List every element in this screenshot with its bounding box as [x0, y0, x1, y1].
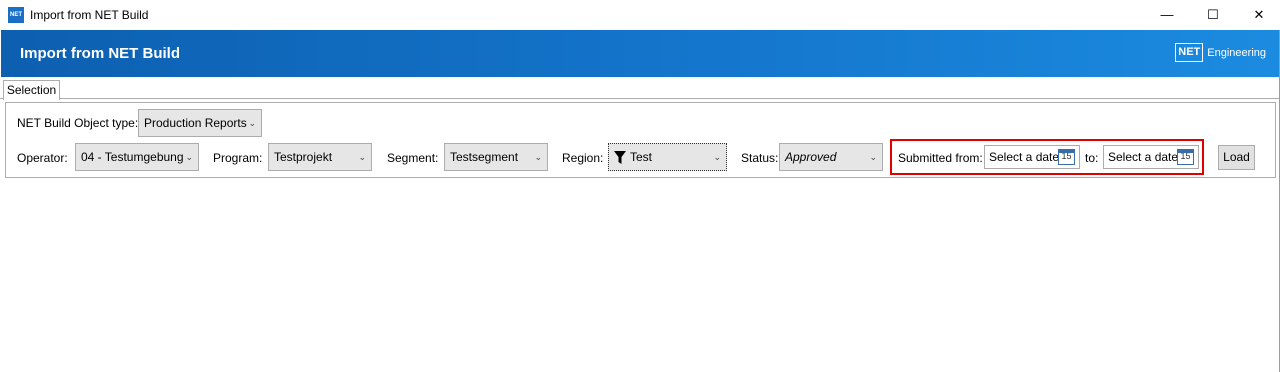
window-title: Import from NET Build — [30, 8, 149, 22]
object-type-select[interactable]: Production Reports ⌄ — [138, 109, 262, 137]
program-value: Testprojekt — [274, 150, 333, 164]
program-label: Program: — [213, 151, 263, 165]
chevron-down-icon: ⌄ — [869, 152, 877, 162]
chevron-down-icon: ⌄ — [534, 152, 542, 162]
region-select[interactable]: Test ⌄ — [608, 143, 727, 171]
window-titlebar: NET Import from NET Build — ☐ ✕ — [0, 0, 1280, 30]
brand-logo: NET Engineering — [1175, 43, 1266, 62]
banner-title: Import from NET Build — [20, 45, 180, 62]
object-type-label: NET Build Object type: — [17, 116, 139, 130]
segment-select[interactable]: Testsegment ⌄ — [444, 143, 548, 171]
chevron-down-icon: ⌄ — [358, 152, 366, 162]
brand-logo-text: Engineering — [1207, 46, 1266, 59]
status-value: Approved — [785, 150, 837, 164]
tab-divider — [0, 98, 1280, 99]
status-label: Status: — [741, 151, 779, 165]
chevron-down-icon: ⌄ — [185, 152, 193, 162]
region-value: Test — [630, 150, 653, 164]
tab-selection[interactable]: Selection — [3, 80, 60, 100]
program-select[interactable]: Testprojekt ⌄ — [268, 143, 372, 171]
chevron-down-icon: ⌄ — [248, 118, 256, 128]
status-select[interactable]: Approved ⌄ — [779, 143, 883, 171]
minimize-button[interactable]: — — [1144, 0, 1190, 30]
filter-icon — [614, 151, 626, 165]
app-icon: NET — [8, 7, 24, 23]
brand-logo-box: NET — [1175, 43, 1204, 62]
segment-label: Segment: — [387, 151, 439, 165]
load-button[interactable]: Load — [1218, 145, 1255, 170]
segment-value: Testsegment — [450, 150, 519, 164]
header-banner: Import from NET Build NET Engineering — [1, 30, 1279, 77]
operator-label: Operator: — [17, 151, 68, 165]
maximize-button[interactable]: ☐ — [1190, 0, 1236, 30]
object-type-value: Production Reports — [144, 116, 247, 130]
date-range-highlight — [890, 139, 1204, 175]
region-label: Region: — [562, 151, 604, 165]
operator-value: 04 - Testumgebung — [81, 150, 184, 164]
close-button[interactable]: ✕ — [1236, 0, 1280, 30]
chevron-down-icon: ⌄ — [713, 152, 721, 162]
operator-select[interactable]: 04 - Testumgebung ⌄ — [75, 143, 199, 171]
